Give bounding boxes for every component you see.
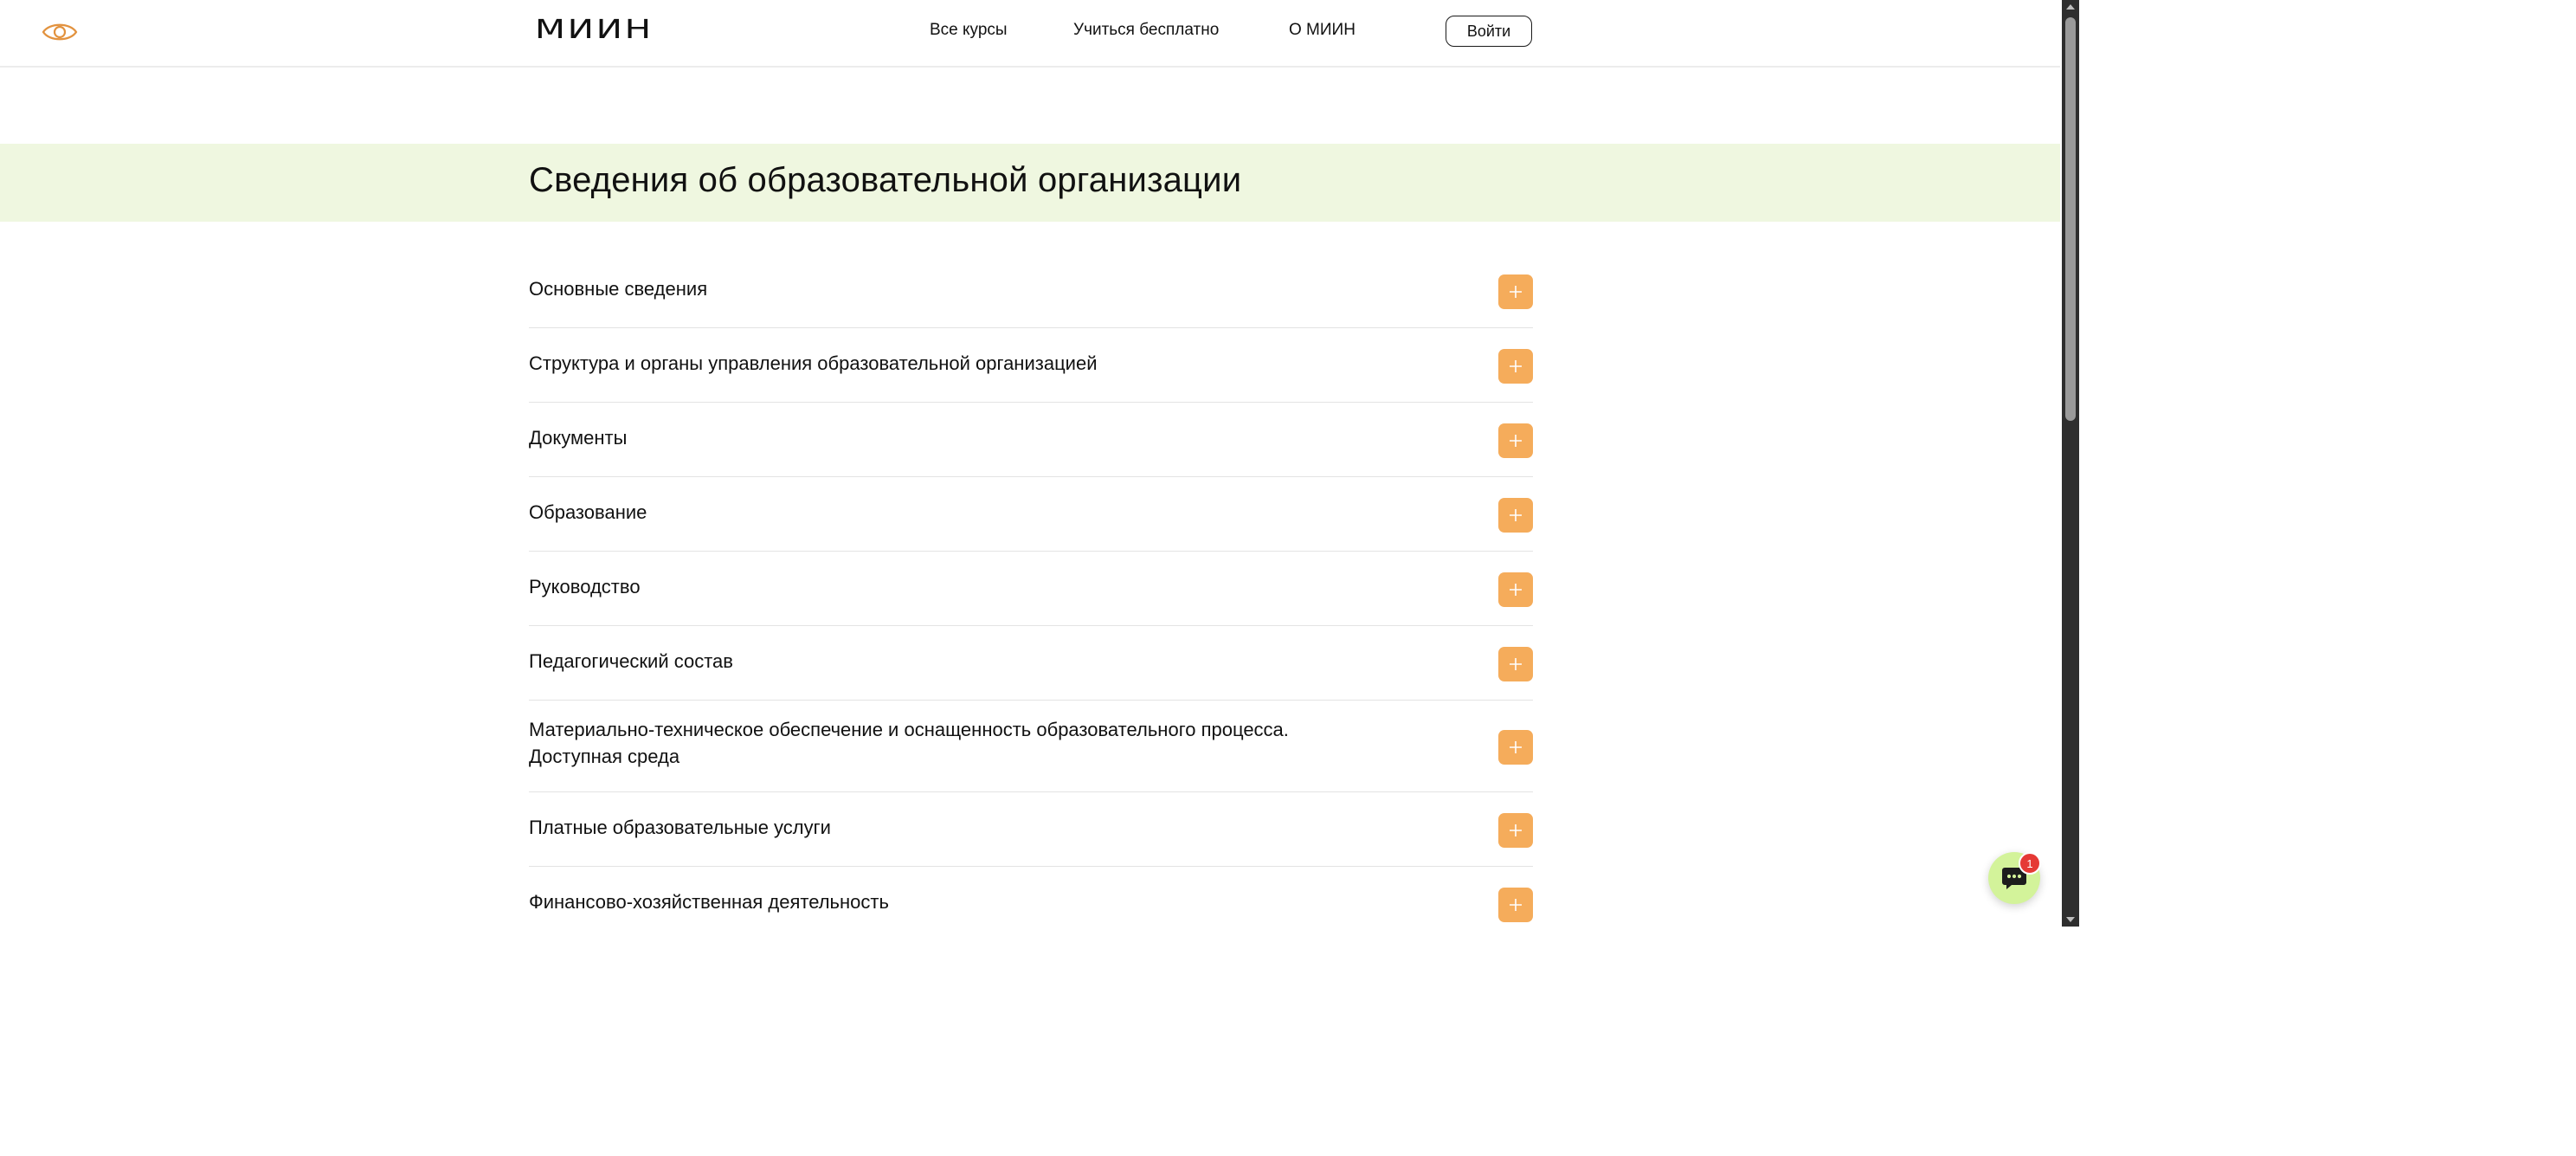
- vertical-scrollbar[interactable]: [2062, 0, 2079, 927]
- eye-icon: [42, 23, 78, 41]
- plus-icon: [1510, 584, 1522, 596]
- expand-button[interactable]: [1498, 730, 1533, 765]
- scrollbar-thumb[interactable]: [2065, 17, 2076, 421]
- accordion-item-education[interactable]: Образование: [529, 477, 1533, 552]
- accordion-item-basic-info[interactable]: Основные сведения: [529, 254, 1533, 328]
- accessibility-eye-icon[interactable]: [42, 19, 78, 45]
- accordion-item-label: Платные образовательные услуги: [529, 817, 831, 838]
- accordion-item-label: Материально-техническое обеспечение и ос…: [529, 719, 1289, 767]
- plus-icon: [1510, 824, 1522, 836]
- plus-icon: [1510, 899, 1522, 911]
- plus-icon: [1510, 658, 1522, 670]
- nav-link-about[interactable]: О МИИН: [1289, 21, 1356, 40]
- expand-button[interactable]: [1498, 572, 1533, 607]
- accordion-item-management[interactable]: Руководство: [529, 552, 1533, 626]
- accordion-item-label: Структура и органы управления образовате…: [529, 352, 1098, 374]
- plus-icon: [1510, 741, 1522, 753]
- accordion-item-label: Педагогический состав: [529, 650, 733, 672]
- expand-button[interactable]: [1498, 813, 1533, 848]
- plus-icon: [1510, 435, 1522, 447]
- accordion-item-teaching-staff[interactable]: Педагогический состав: [529, 626, 1533, 701]
- title-banner: Сведения об образовательной организации: [0, 144, 2060, 222]
- nav-link-all-courses[interactable]: Все курсы: [930, 21, 1008, 40]
- expand-button[interactable]: [1498, 888, 1533, 922]
- accordion-item-label: Финансово-хозяйственная деятельность: [529, 891, 889, 913]
- site-logo[interactable]: МИИН: [535, 15, 654, 45]
- plus-icon: [1510, 286, 1522, 298]
- info-accordion: Основные сведения Структура и органы упр…: [529, 254, 1533, 927]
- accordion-item-structure[interactable]: Структура и органы управления образовате…: [529, 328, 1533, 403]
- accordion-item-paid-services[interactable]: Платные образовательные услуги: [529, 792, 1533, 867]
- accordion-item-financial-activity[interactable]: Финансово-хозяйственная деятельность: [529, 867, 1533, 927]
- accordion-item-label: Образование: [529, 501, 647, 523]
- scroll-up-arrow-icon[interactable]: [2062, 0, 2079, 14]
- accordion-item-documents[interactable]: Документы: [529, 403, 1533, 477]
- nav-link-learn-free[interactable]: Учиться бесплатно: [1073, 21, 1219, 40]
- scroll-down-arrow-icon[interactable]: [2062, 913, 2079, 927]
- chat-notification-badge: 1: [2019, 852, 2041, 875]
- plus-icon: [1510, 360, 1522, 372]
- accordion-item-label: Основные сведения: [529, 278, 708, 300]
- login-button[interactable]: Войти: [1446, 16, 1532, 47]
- accordion-item-label: Документы: [529, 427, 628, 449]
- page-viewport: МИИН Все курсы Учиться бесплатно О МИИН …: [0, 0, 2060, 927]
- expand-button[interactable]: [1498, 349, 1533, 384]
- plus-icon: [1510, 509, 1522, 521]
- page-title: Сведения об образовательной организации: [529, 161, 1242, 199]
- site-header: МИИН Все курсы Учиться бесплатно О МИИН …: [0, 0, 2060, 68]
- expand-button[interactable]: [1498, 274, 1533, 309]
- expand-button[interactable]: [1498, 647, 1533, 681]
- accordion-item-material-support[interactable]: Материально-техническое обеспечение и ос…: [529, 701, 1533, 792]
- expand-button[interactable]: [1498, 498, 1533, 533]
- accordion-item-label: Руководство: [529, 576, 641, 597]
- expand-button[interactable]: [1498, 423, 1533, 458]
